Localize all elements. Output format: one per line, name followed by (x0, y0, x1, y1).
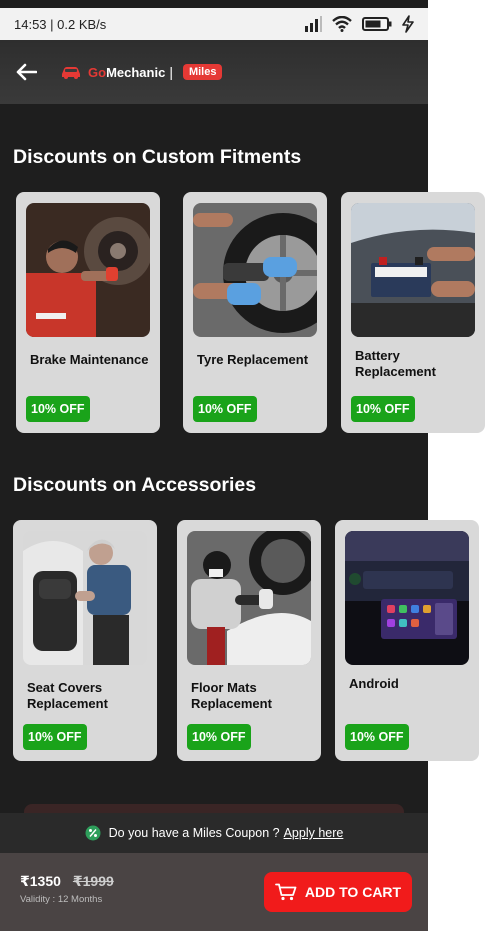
back-button[interactable] (4, 50, 48, 94)
miles-badge: Miles (182, 64, 223, 80)
floor-mats-image (187, 531, 311, 665)
status-bar: 14:53 | 0.2 KB/s (0, 8, 428, 40)
card-label: Seat Covers Replacement (27, 680, 108, 711)
service-card-brake[interactable]: Brake Maintenance 10% OFF (16, 192, 160, 433)
battery-replacement-image (351, 203, 475, 337)
card-label: Tyre Replacement (197, 352, 309, 367)
brake-maintenance-image (26, 203, 150, 337)
brand-name: GoMechanic (88, 64, 166, 80)
coupon-icon (85, 825, 101, 841)
apply-coupon-link[interactable]: Apply here (284, 826, 344, 840)
tyre-replacement-image (193, 203, 317, 337)
brand-separator: | (169, 64, 173, 80)
add-to-cart-button[interactable]: ADD TO CART (264, 872, 412, 912)
status-time-speed: 14:53 | 0.2 KB/s (14, 16, 107, 32)
discount-badge: 10% OFF (187, 724, 251, 750)
service-card-battery[interactable]: Battery Replacement 10% OFF (341, 192, 485, 433)
original-price: ₹1999 (72, 873, 114, 889)
android-unit-image (345, 531, 469, 665)
cart-bar: ₹1350 ₹1999 Validity : 12 Months ADD TO … (0, 853, 428, 931)
accessories-section-title: Discounts on Accessories (13, 474, 257, 496)
back-arrow-icon (16, 63, 37, 81)
status-icons (304, 15, 414, 33)
card-label: Android (349, 676, 399, 691)
service-card-seat-covers[interactable]: Seat Covers Replacement 10% OFF (13, 520, 157, 761)
car-logo-icon (62, 67, 80, 79)
card-label: Battery Replacement (355, 348, 436, 379)
coupon-question: Do you have a Miles Coupon ? (108, 826, 280, 840)
cart-icon (275, 883, 297, 901)
card-label: Floor Mats Replacement (191, 680, 272, 711)
charging-icon (402, 15, 414, 33)
discount-badge: 10% OFF (345, 724, 409, 750)
add-to-cart-label: ADD TO CART (304, 884, 402, 900)
coupon-bar: Do you have a Miles Coupon ? Apply here (0, 813, 428, 853)
battery-icon (362, 17, 392, 31)
app-header: GoMechanic | Miles (0, 40, 428, 104)
brand-logo: GoMechanic | Miles (60, 64, 223, 80)
discount-badge: 10% OFF (351, 396, 415, 422)
seat-covers-image (23, 531, 147, 665)
service-card-tyre[interactable]: Tyre Replacement 10% OFF (183, 192, 327, 433)
service-card-floor-mats[interactable]: Floor Mats Replacement 10% OFF (177, 520, 321, 761)
card-label: Brake Maintenance (30, 352, 149, 367)
discount-badge: 10% OFF (193, 396, 257, 422)
wifi-icon (332, 16, 352, 32)
current-price: ₹1350 (20, 873, 61, 889)
signal-icon (305, 16, 322, 32)
validity-text: Validity : 12 Months (20, 894, 103, 905)
discount-badge: 10% OFF (23, 724, 87, 750)
app-screen: 14:53 | 0.2 KB/s GoMechanic | Miles Disc… (0, 0, 428, 931)
discount-badge: 10% OFF (26, 396, 90, 422)
price-block: ₹1350 ₹1999 Validity : 12 Months (20, 873, 114, 905)
service-card-android[interactable]: Android 10% OFF (335, 520, 479, 761)
fitments-section-title: Discounts on Custom Fitments (13, 146, 302, 168)
